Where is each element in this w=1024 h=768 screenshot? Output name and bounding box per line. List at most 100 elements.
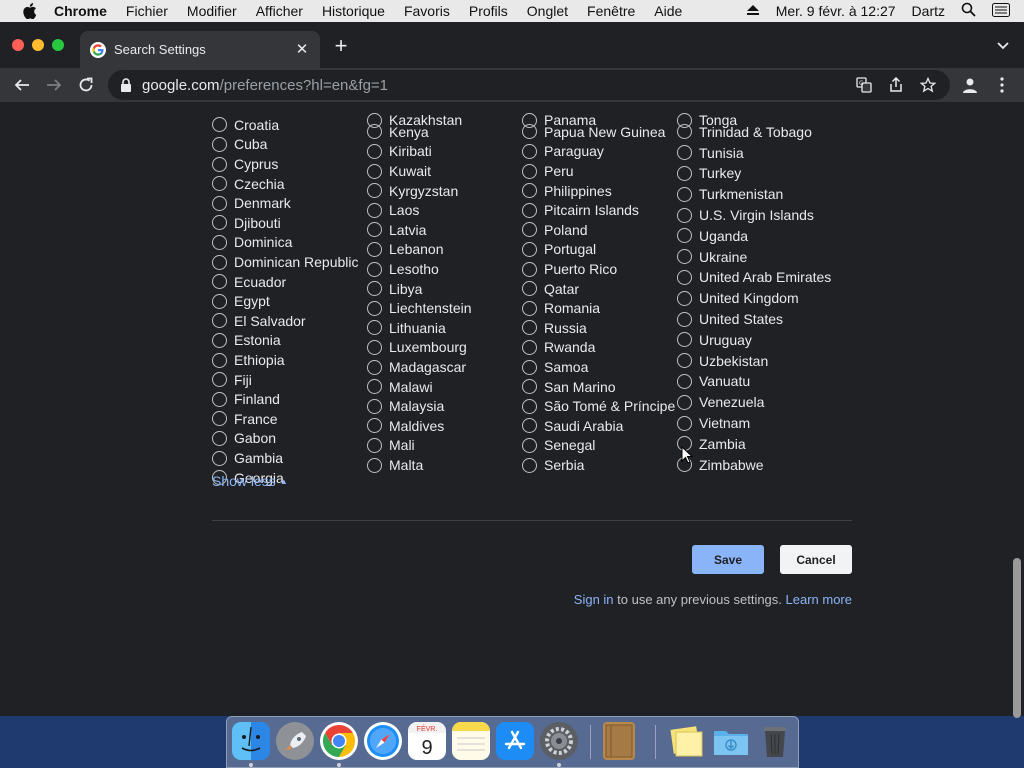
- region-option[interactable]: Malta: [367, 455, 423, 475]
- sign-in-link[interactable]: Sign in: [574, 592, 614, 607]
- radio-button[interactable]: [522, 222, 537, 238]
- radio-button[interactable]: [522, 320, 537, 336]
- region-option[interactable]: Dominican Republic: [212, 252, 359, 272]
- radio-button[interactable]: [367, 202, 382, 218]
- menu-fenetre[interactable]: Fenêtre: [587, 3, 635, 19]
- share-icon[interactable]: [886, 75, 906, 95]
- region-option[interactable]: Turkmenistan: [677, 184, 783, 204]
- radio-button[interactable]: [522, 143, 537, 159]
- region-option[interactable]: United States: [677, 309, 783, 329]
- apple-menu-icon[interactable]: [20, 1, 40, 21]
- reload-button[interactable]: [72, 71, 100, 99]
- radio-button[interactable]: [212, 254, 227, 270]
- calendar-icon[interactable]: FÉVR. 9: [408, 722, 446, 760]
- tab-search-settings[interactable]: Search Settings ✕: [80, 31, 320, 68]
- region-option[interactable]: United Kingdom: [677, 288, 799, 308]
- back-button[interactable]: [8, 71, 36, 99]
- radio-button[interactable]: [522, 339, 537, 355]
- radio-button[interactable]: [522, 437, 537, 453]
- menu-aide[interactable]: Aide: [654, 3, 682, 19]
- scrollbar-thumb[interactable]: [1013, 558, 1021, 718]
- region-option[interactable]: Ukraine: [677, 247, 747, 267]
- radio-button[interactable]: [212, 293, 227, 309]
- radio-button[interactable]: [212, 234, 227, 250]
- radio-button[interactable]: [677, 165, 692, 181]
- browser-menu-button[interactable]: [988, 71, 1016, 99]
- radio-button[interactable]: [522, 300, 537, 316]
- region-option[interactable]: Luxembourg: [367, 338, 467, 358]
- radio-button[interactable]: [522, 457, 537, 473]
- region-option[interactable]: Dominica: [212, 233, 292, 253]
- region-option[interactable]: Kyrgyzstan: [367, 181, 458, 201]
- region-option[interactable]: Uzbekistan: [677, 351, 768, 371]
- region-option[interactable]: Mali: [367, 436, 415, 456]
- radio-button[interactable]: [367, 339, 382, 355]
- radio-button[interactable]: [212, 136, 227, 152]
- region-option[interactable]: Pitcairn Islands: [522, 200, 639, 220]
- minimize-window-button[interactable]: [32, 39, 44, 51]
- region-option[interactable]: Trinidad & Tobago: [677, 122, 812, 142]
- region-option[interactable]: Malaysia: [367, 396, 444, 416]
- radio-button[interactable]: [522, 418, 537, 434]
- region-option[interactable]: Uganda: [677, 226, 748, 246]
- region-option[interactable]: Cuba: [212, 135, 267, 155]
- radio-button[interactable]: [522, 359, 537, 375]
- region-option[interactable]: Kenya: [367, 122, 429, 142]
- region-option[interactable]: Lithuania: [367, 318, 446, 338]
- region-option[interactable]: Tunisia: [677, 143, 744, 163]
- region-option[interactable]: Philippines: [522, 181, 612, 201]
- radio-button[interactable]: [367, 281, 382, 297]
- learn-more-link[interactable]: Learn more: [786, 592, 852, 607]
- translate-icon[interactable]: G: [854, 75, 874, 95]
- region-option[interactable]: Ecuador: [212, 272, 286, 292]
- region-option[interactable]: São Tomé & Príncipe: [522, 396, 675, 416]
- chrome-icon[interactable]: [320, 722, 358, 760]
- radio-button[interactable]: [212, 117, 227, 133]
- region-option[interactable]: Gabon: [212, 429, 276, 449]
- region-option[interactable]: Turkey: [677, 164, 741, 184]
- radio-button[interactable]: [212, 411, 227, 427]
- show-less-link[interactable]: Show less ▲: [212, 473, 288, 489]
- radio-button[interactable]: [367, 300, 382, 316]
- region-option[interactable]: Lesotho: [367, 259, 439, 279]
- menu-app-name[interactable]: Chrome: [54, 3, 107, 19]
- menu-historique[interactable]: Historique: [322, 3, 385, 19]
- region-option[interactable]: Rwanda: [522, 338, 595, 358]
- trash-icon[interactable]: [756, 722, 794, 760]
- radio-button[interactable]: [522, 202, 537, 218]
- radio-button[interactable]: [212, 332, 227, 348]
- stickies-icon[interactable]: [668, 722, 706, 760]
- region-option[interactable]: Finland: [212, 389, 280, 409]
- region-option[interactable]: Romania: [522, 298, 600, 318]
- zoom-window-button[interactable]: [52, 39, 64, 51]
- region-option[interactable]: Laos: [367, 200, 419, 220]
- new-tab-button[interactable]: +: [330, 35, 352, 58]
- menu-afficher[interactable]: Afficher: [256, 3, 303, 19]
- region-option[interactable]: Portugal: [522, 240, 596, 260]
- region-option[interactable]: Djibouti: [212, 213, 281, 233]
- region-option[interactable]: France: [212, 409, 278, 429]
- forward-button[interactable]: [40, 71, 68, 99]
- region-option[interactable]: Croatia: [212, 115, 279, 135]
- region-option[interactable]: El Salvador: [212, 311, 306, 331]
- region-option[interactable]: Vietnam: [677, 413, 750, 433]
- radio-button[interactable]: [677, 145, 692, 161]
- radio-button[interactable]: [367, 163, 382, 179]
- radio-button[interactable]: [522, 398, 537, 414]
- region-option[interactable]: Poland: [522, 220, 588, 240]
- radio-button[interactable]: [367, 124, 382, 140]
- radio-button[interactable]: [677, 207, 692, 223]
- lock-icon[interactable]: [120, 78, 132, 92]
- menu-modifier[interactable]: Modifier: [187, 3, 237, 19]
- region-option[interactable]: Malawi: [367, 377, 433, 397]
- region-option[interactable]: Kiribati: [367, 142, 432, 162]
- radio-button[interactable]: [212, 195, 227, 211]
- radio-button[interactable]: [522, 379, 537, 395]
- radio-button[interactable]: [367, 398, 382, 414]
- radio-button[interactable]: [367, 457, 382, 473]
- region-option[interactable]: Liechtenstein: [367, 298, 472, 318]
- radio-button[interactable]: [212, 156, 227, 172]
- close-tab-icon[interactable]: ✕: [294, 41, 310, 58]
- menu-favoris[interactable]: Favoris: [404, 3, 450, 19]
- radio-button[interactable]: [522, 183, 537, 199]
